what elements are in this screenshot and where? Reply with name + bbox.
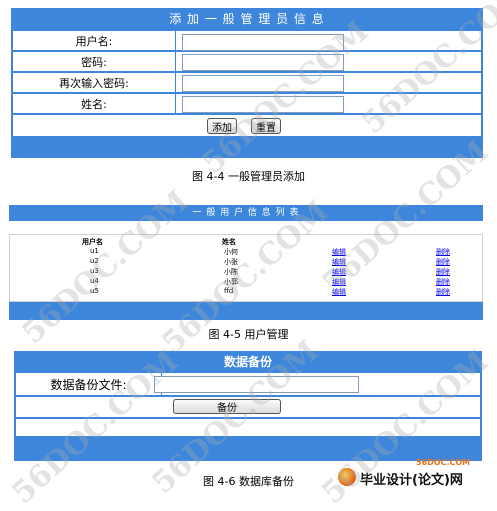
- backup-button[interactable]: 备份: [173, 399, 281, 414]
- backup-empty-row: [16, 419, 480, 436]
- table-row-username: u4: [90, 277, 99, 285]
- caption-4-5: 图 4-5 用户管理: [208, 328, 289, 341]
- delete-link[interactable]: 删除: [436, 247, 450, 257]
- table-row-username: u2: [90, 257, 99, 265]
- delete-link[interactable]: 删除: [436, 277, 450, 287]
- edit-link[interactable]: 编辑: [332, 287, 346, 297]
- logo-icon: [338, 468, 356, 486]
- table-row-name: 小郭: [224, 278, 238, 286]
- table-row-username: u1: [90, 247, 99, 255]
- backup-file-input[interactable]: [154, 376, 359, 393]
- label-username: 用户名:: [13, 31, 175, 50]
- reset-button[interactable]: 重置: [251, 118, 281, 134]
- username-input[interactable]: [182, 34, 344, 51]
- logo-site-text: 56DOC.COM: [416, 458, 471, 467]
- password-input[interactable]: [182, 54, 344, 71]
- col-header-username: 用户名: [82, 238, 103, 246]
- label-password: 密码:: [13, 52, 175, 71]
- backup-panel: 数据备份 数据备份文件: 备份: [14, 351, 482, 461]
- table-row-username: u5: [90, 287, 99, 295]
- button-row: [13, 115, 481, 136]
- delete-link[interactable]: 删除: [436, 267, 450, 277]
- table-row-name: 小张: [224, 258, 238, 266]
- label-name: 姓名:: [13, 94, 175, 113]
- edit-link[interactable]: 编辑: [332, 257, 346, 267]
- delete-link[interactable]: 删除: [436, 287, 450, 297]
- table-row-username: u3: [90, 267, 99, 275]
- table-row-name: 小何: [224, 248, 238, 256]
- add-button[interactable]: 添加: [207, 118, 237, 134]
- edit-link[interactable]: 编辑: [332, 277, 346, 287]
- label-confirm-password: 再次输入密码:: [13, 73, 175, 92]
- logo-text: 毕业设计(论文)网: [360, 473, 463, 488]
- delete-link[interactable]: 删除: [436, 257, 450, 267]
- edit-link[interactable]: 编辑: [332, 267, 346, 277]
- user-list-footer: [9, 302, 483, 320]
- backup-title: 数据备份: [223, 355, 272, 369]
- user-list-title: 一 般 用 户 信 息 列 表: [192, 208, 300, 218]
- add-admin-panel: 添 加 一 般 管 理 员 信 息 用户名: 密码: 再次输入密码: 姓名: 添…: [11, 8, 483, 158]
- label-backup-file: 数据备份文件:: [16, 373, 161, 395]
- caption-4-4: 图 4-4 一般管理员添加: [192, 170, 305, 183]
- user-table: 用户名 姓名 u1 小何 编辑 删除 u2 小张 编辑 删除 u3 小陈 编辑 …: [9, 234, 483, 302]
- table-row-name: ffd: [224, 287, 234, 295]
- add-admin-title: 添 加 一 般 管 理 员 信 息: [169, 12, 325, 26]
- site-logo: 56DOC.COM 毕业设计(论文)网: [336, 456, 496, 490]
- col-header-name: 姓名: [222, 238, 236, 246]
- confirm-password-input[interactable]: [182, 75, 344, 92]
- name-input[interactable]: [182, 96, 344, 113]
- edit-link[interactable]: 编辑: [332, 247, 346, 257]
- table-row-name: 小陈: [224, 268, 238, 276]
- user-list-header: 一 般 用 户 信 息 列 表: [9, 205, 483, 221]
